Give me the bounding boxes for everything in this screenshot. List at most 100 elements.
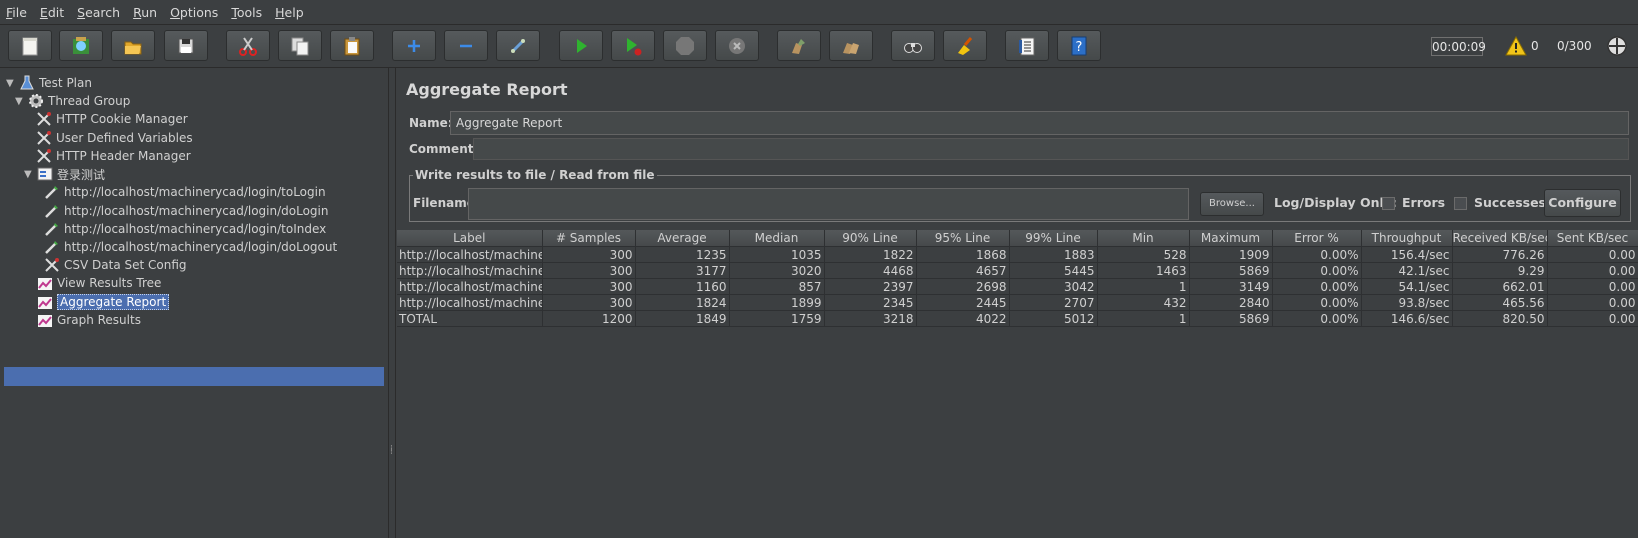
reset-search-button[interactable]: [943, 30, 987, 61]
menu-edit[interactable]: Edit: [34, 5, 71, 20]
tree-node-csv-data-set-config[interactable]: CSV Data Set Config: [43, 256, 187, 274]
test-plan-tree[interactable]: ▼ Test Plan ▼ Thread Group HTTP Cookie M…: [0, 68, 389, 538]
panel-splitter[interactable]: [388, 68, 396, 538]
table-cell: 93.8/sec: [1361, 294, 1453, 311]
tree-node-sampler-tologin[interactable]: http://localhost/machinerycad/login/toLo…: [43, 183, 326, 201]
function-helper-button[interactable]: [1005, 30, 1049, 61]
aggregate-table: Label # Samples Average Median 90% Line …: [397, 230, 1638, 327]
column-header[interactable]: Sent KB/sec: [1547, 230, 1638, 247]
column-header[interactable]: Maximum: [1189, 230, 1273, 247]
table-cell: 4022: [916, 310, 1010, 327]
log-display-label: Log/Display Only:: [1274, 195, 1397, 210]
clear-all-icon: [843, 42, 859, 54]
tree-node-graph-results[interactable]: Graph Results: [36, 311, 141, 329]
configure-button[interactable]: Configure: [1544, 189, 1621, 217]
table-cell: 0.00%: [1272, 310, 1362, 327]
table-row[interactable]: http://localhost/machine... 300 1160 857 239…: [397, 278, 1638, 295]
column-header[interactable]: Min: [1097, 230, 1190, 247]
table-cell: TOTAL: [397, 310, 543, 327]
browse-button[interactable]: Browse...: [1200, 192, 1264, 216]
column-header[interactable]: Received KB/sec: [1452, 230, 1548, 247]
cut-button[interactable]: [226, 30, 270, 61]
templates-icon: [73, 36, 89, 54]
tree-node-cookie-manager[interactable]: HTTP Cookie Manager: [35, 110, 188, 128]
templates-button[interactable]: [59, 30, 103, 61]
menu-tools[interactable]: Tools: [225, 5, 269, 20]
tree-node-sampler-dologin[interactable]: http://localhost/machinerycad/login/doLo…: [43, 202, 329, 220]
save-button[interactable]: [164, 30, 208, 61]
menu-file[interactable]: File: [0, 5, 34, 20]
expand-toggle-icon[interactable]: ▼: [6, 78, 16, 89]
start-no-pauses-button[interactable]: [611, 30, 655, 61]
column-header[interactable]: Label: [397, 230, 543, 247]
column-header[interactable]: Throughput: [1361, 230, 1453, 247]
clear-all-button[interactable]: [829, 30, 873, 61]
table-cell: 1200: [542, 310, 636, 327]
table-cell: 1: [1097, 278, 1190, 295]
name-label: Name:: [409, 116, 453, 130]
tree-node-user-defined-variables[interactable]: User Defined Variables: [35, 129, 193, 147]
table-row[interactable]: http://localhost/machine... 300 1235 1035 18…: [397, 246, 1638, 263]
table-cell: 2698: [916, 278, 1010, 295]
column-header[interactable]: 90% Line: [824, 230, 917, 247]
successes-checkbox[interactable]: [1454, 197, 1467, 210]
tree-node-view-results-tree[interactable]: View Results Tree: [36, 274, 161, 292]
warning-count: 0: [1531, 39, 1539, 53]
tree-node-sampler-dologout[interactable]: http://localhost/machinerycad/login/doLo…: [43, 238, 337, 256]
table-row[interactable]: http://localhost/machine... 300 1824 1899 23…: [397, 294, 1638, 311]
column-header[interactable]: Average: [635, 230, 730, 247]
test-plan-icon: [18, 75, 36, 91]
table-cell: 2840: [1189, 294, 1273, 311]
paste-button[interactable]: [330, 30, 374, 61]
table-cell: 5012: [1009, 310, 1098, 327]
warning-icon[interactable]: [1505, 36, 1527, 56]
table-row[interactable]: http://localhost/machine... 300 3177 3020 44…: [397, 262, 1638, 279]
search-button[interactable]: [891, 30, 935, 61]
clear-button[interactable]: [777, 30, 821, 61]
start-button[interactable]: [559, 30, 603, 61]
menu-options[interactable]: Options: [164, 5, 225, 20]
table-cell: 1160: [635, 278, 730, 295]
tree-node-aggregate-report[interactable]: Aggregate Report: [36, 293, 170, 311]
table-cell: 1035: [729, 246, 825, 263]
menu-search[interactable]: Search: [71, 5, 127, 20]
collapse-all-button[interactable]: [444, 30, 488, 61]
help-button[interactable]: ?: [1057, 30, 1101, 61]
tree-node-transaction[interactable]: ▼ 登录测试: [24, 165, 105, 183]
table-cell: http://localhost/machine...: [397, 246, 543, 263]
column-header[interactable]: 99% Line: [1009, 230, 1098, 247]
tree-node-sampler-toindex[interactable]: http://localhost/machinerycad/login/toIn…: [43, 220, 326, 238]
name-input[interactable]: Aggregate Report: [450, 111, 1629, 135]
open-button[interactable]: [111, 30, 155, 61]
expand-all-button[interactable]: [392, 30, 436, 61]
stop-button[interactable]: [663, 30, 707, 61]
expand-toggle-icon[interactable]: ▼: [24, 169, 34, 180]
column-header[interactable]: Median: [729, 230, 825, 247]
remote-icon[interactable]: [1606, 35, 1628, 57]
start-no-pauses-icon: [627, 37, 642, 55]
column-header[interactable]: # Samples: [542, 230, 636, 247]
filename-input[interactable]: [468, 188, 1189, 220]
tree-node-header-manager[interactable]: HTTP Header Manager: [35, 147, 191, 165]
open-icon: [124, 41, 142, 54]
cut-icon: [239, 36, 257, 56]
expand-toggle-icon[interactable]: ▼: [15, 96, 25, 107]
new-button[interactable]: [8, 30, 52, 61]
tree-node-thread-group[interactable]: ▼ Thread Group: [15, 92, 130, 110]
splitter-grip-icon[interactable]: ⁞ ⁞: [390, 445, 395, 462]
menu-run[interactable]: Run: [127, 5, 164, 20]
comments-input[interactable]: [473, 138, 1629, 160]
toggle-button[interactable]: [496, 30, 540, 61]
shutdown-button[interactable]: [715, 30, 759, 61]
menu-help[interactable]: Help: [269, 5, 311, 20]
errors-checkbox[interactable]: [1382, 197, 1395, 210]
column-header[interactable]: 95% Line: [916, 230, 1010, 247]
tree-selection-highlight: [4, 367, 384, 386]
column-header[interactable]: Error %: [1272, 230, 1362, 247]
table-row[interactable]: TOTAL 1200 1849 1759 3218 4022 5012 1 5869 0.00% 1…: [397, 310, 1638, 327]
listener-chart-icon: [36, 294, 54, 310]
copy-button[interactable]: [278, 30, 322, 61]
pipette-icon: [43, 203, 61, 219]
wrench-icon: [43, 257, 61, 273]
tree-node-test-plan[interactable]: ▼ Test Plan: [6, 74, 92, 92]
